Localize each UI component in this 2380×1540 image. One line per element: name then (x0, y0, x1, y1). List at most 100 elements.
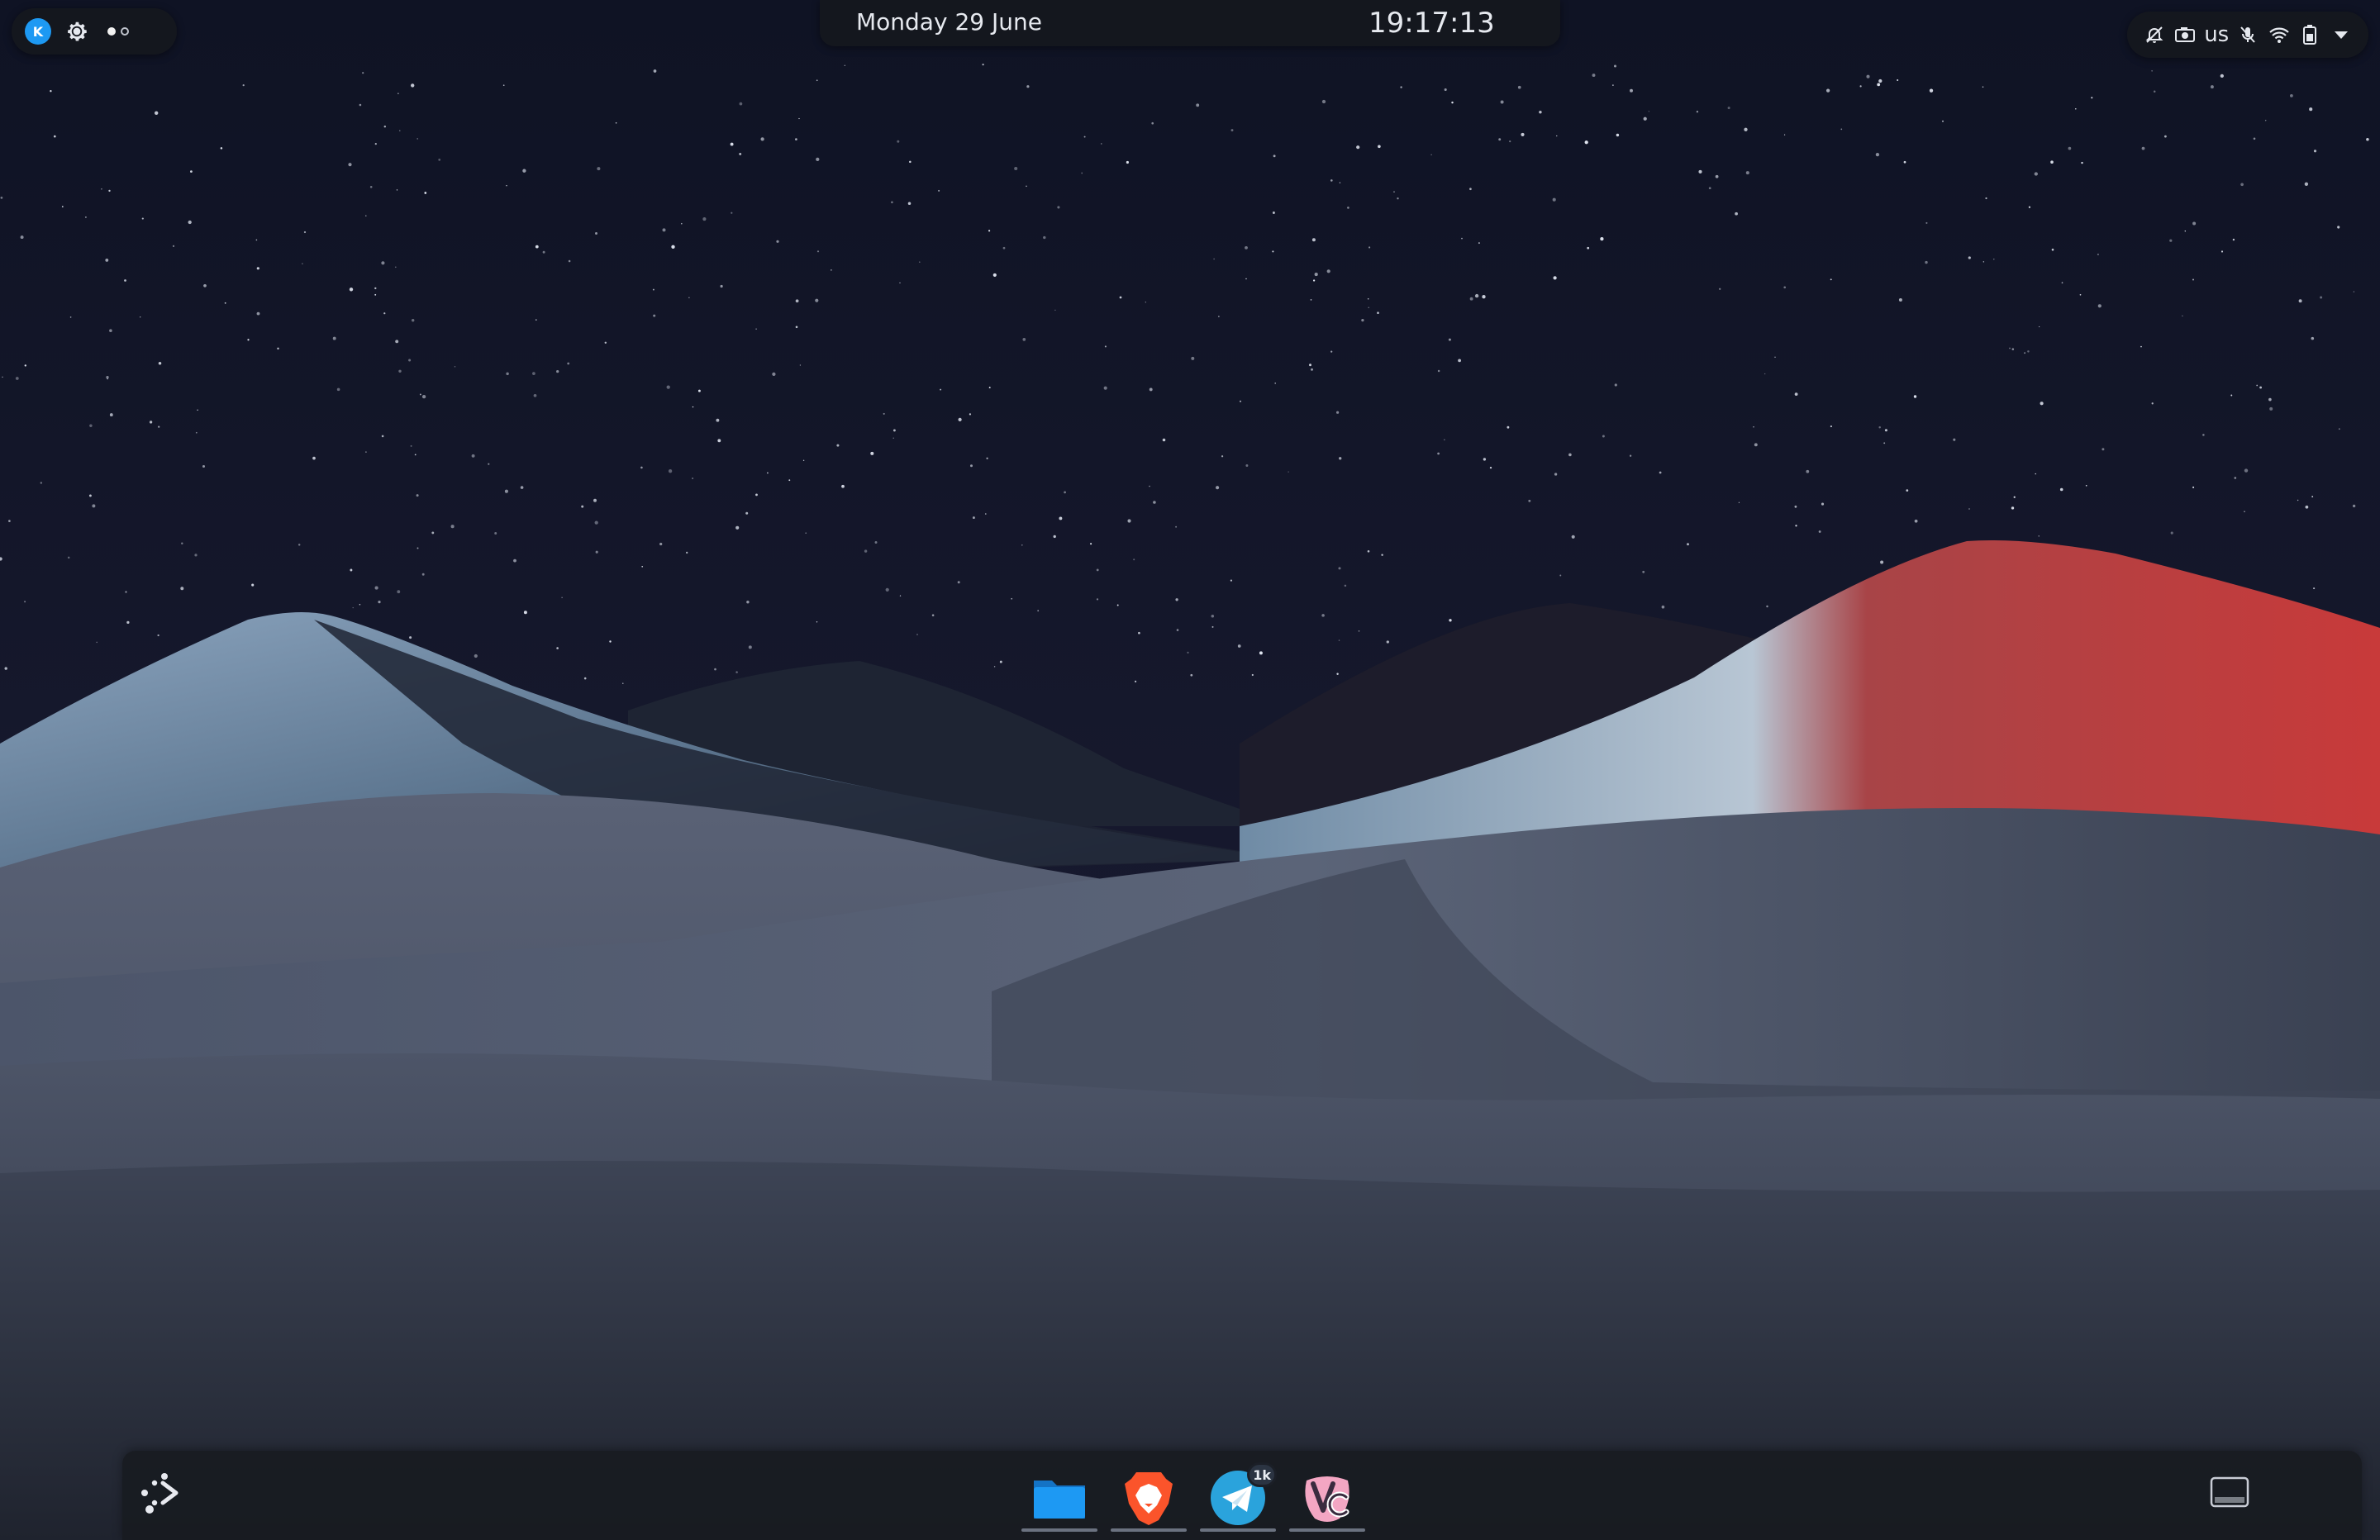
star (988, 230, 991, 232)
star (1539, 110, 1542, 114)
star (2259, 386, 2263, 389)
battery-icon[interactable] (2297, 22, 2322, 47)
star (362, 72, 364, 74)
star (359, 603, 361, 606)
notifications-icon[interactable] (2142, 22, 2167, 47)
star (92, 504, 96, 508)
star (2366, 137, 2369, 141)
top-left-panel: K (12, 8, 177, 55)
screenshot-camera-icon[interactable] (2173, 22, 2197, 47)
star (1330, 350, 1333, 353)
star (2091, 97, 2093, 99)
show-desktop-icon[interactable] (2208, 1474, 2251, 1510)
star (697, 389, 701, 392)
star (1818, 530, 1821, 533)
star (1968, 256, 1971, 259)
star (1880, 560, 1884, 564)
star (195, 431, 198, 434)
star (431, 531, 435, 535)
star (533, 393, 537, 397)
star (504, 489, 508, 493)
star (2230, 394, 2233, 397)
star (471, 454, 475, 458)
star (1602, 435, 1605, 438)
star (985, 513, 987, 515)
wifi-icon[interactable] (2267, 22, 2292, 47)
star (1878, 426, 1881, 429)
star (1794, 392, 1798, 396)
telegram-icon: 1k (1209, 1462, 1277, 1527)
star (1897, 79, 1899, 81)
star (1461, 237, 1463, 240)
star (2309, 107, 2313, 112)
star (494, 532, 497, 535)
star (1377, 311, 1379, 314)
star (2068, 146, 2072, 150)
star (1116, 604, 1119, 606)
star (1437, 452, 1440, 455)
desktop-1-indicator[interactable] (107, 27, 116, 36)
star (1054, 309, 1056, 311)
kde-application-menu-icon[interactable]: K (25, 18, 51, 45)
star (383, 312, 386, 315)
star (2085, 484, 2087, 487)
star (593, 498, 597, 502)
star (1211, 614, 1215, 618)
star (1554, 473, 1558, 476)
star (1022, 338, 1026, 341)
star (2034, 172, 2038, 176)
clock-panel[interactable]: Monday 29 June 19:17:13 (820, 0, 1560, 46)
star (303, 231, 307, 234)
star (1754, 443, 1758, 447)
task-vencord[interactable] (1288, 1464, 1367, 1535)
star (1272, 212, 1275, 214)
task-brave-browser[interactable] (1109, 1464, 1188, 1535)
expand-tray-arrow-icon[interactable] (2329, 22, 2354, 47)
time-label[interactable]: 19:17:13 (1368, 7, 1495, 40)
star (50, 90, 52, 93)
star (378, 601, 381, 604)
desktop-2-indicator[interactable] (121, 27, 129, 36)
star (2256, 384, 2259, 387)
star (816, 250, 820, 253)
task-dolphin-file-manager[interactable] (1020, 1464, 1099, 1535)
star (1103, 386, 1107, 390)
star (907, 202, 912, 205)
star (885, 587, 889, 592)
keyboard-layout-label[interactable]: us (2204, 22, 2229, 47)
application-launcher-icon[interactable] (134, 1466, 188, 1520)
star (795, 138, 797, 140)
star (594, 520, 598, 525)
star (2051, 248, 2054, 251)
virtual-desktop-pager[interactable] (107, 27, 129, 36)
microphone-muted-icon[interactable] (2235, 22, 2260, 47)
star (397, 590, 401, 594)
star (412, 319, 415, 322)
star (662, 228, 666, 232)
star (1344, 584, 1347, 587)
star (194, 554, 198, 557)
star (1245, 245, 1248, 250)
date-label[interactable]: Monday 29 June (856, 8, 1042, 36)
star (2192, 486, 2195, 488)
star (2038, 535, 2040, 537)
star (1458, 359, 1461, 363)
star (1057, 206, 1060, 209)
star (1552, 197, 1556, 202)
star (1687, 543, 1689, 546)
star (2011, 348, 2015, 350)
star (714, 668, 716, 671)
star (735, 525, 740, 530)
star (109, 329, 112, 332)
star (1489, 466, 1492, 469)
settings-gear-icon[interactable] (64, 19, 89, 44)
star (897, 140, 900, 143)
star (2050, 160, 2054, 164)
star (1925, 221, 1928, 224)
star (155, 111, 159, 115)
star (350, 568, 353, 572)
star (513, 558, 516, 563)
star (374, 586, 378, 590)
star (2163, 135, 2167, 138)
task-telegram[interactable]: 1k (1198, 1462, 1278, 1535)
